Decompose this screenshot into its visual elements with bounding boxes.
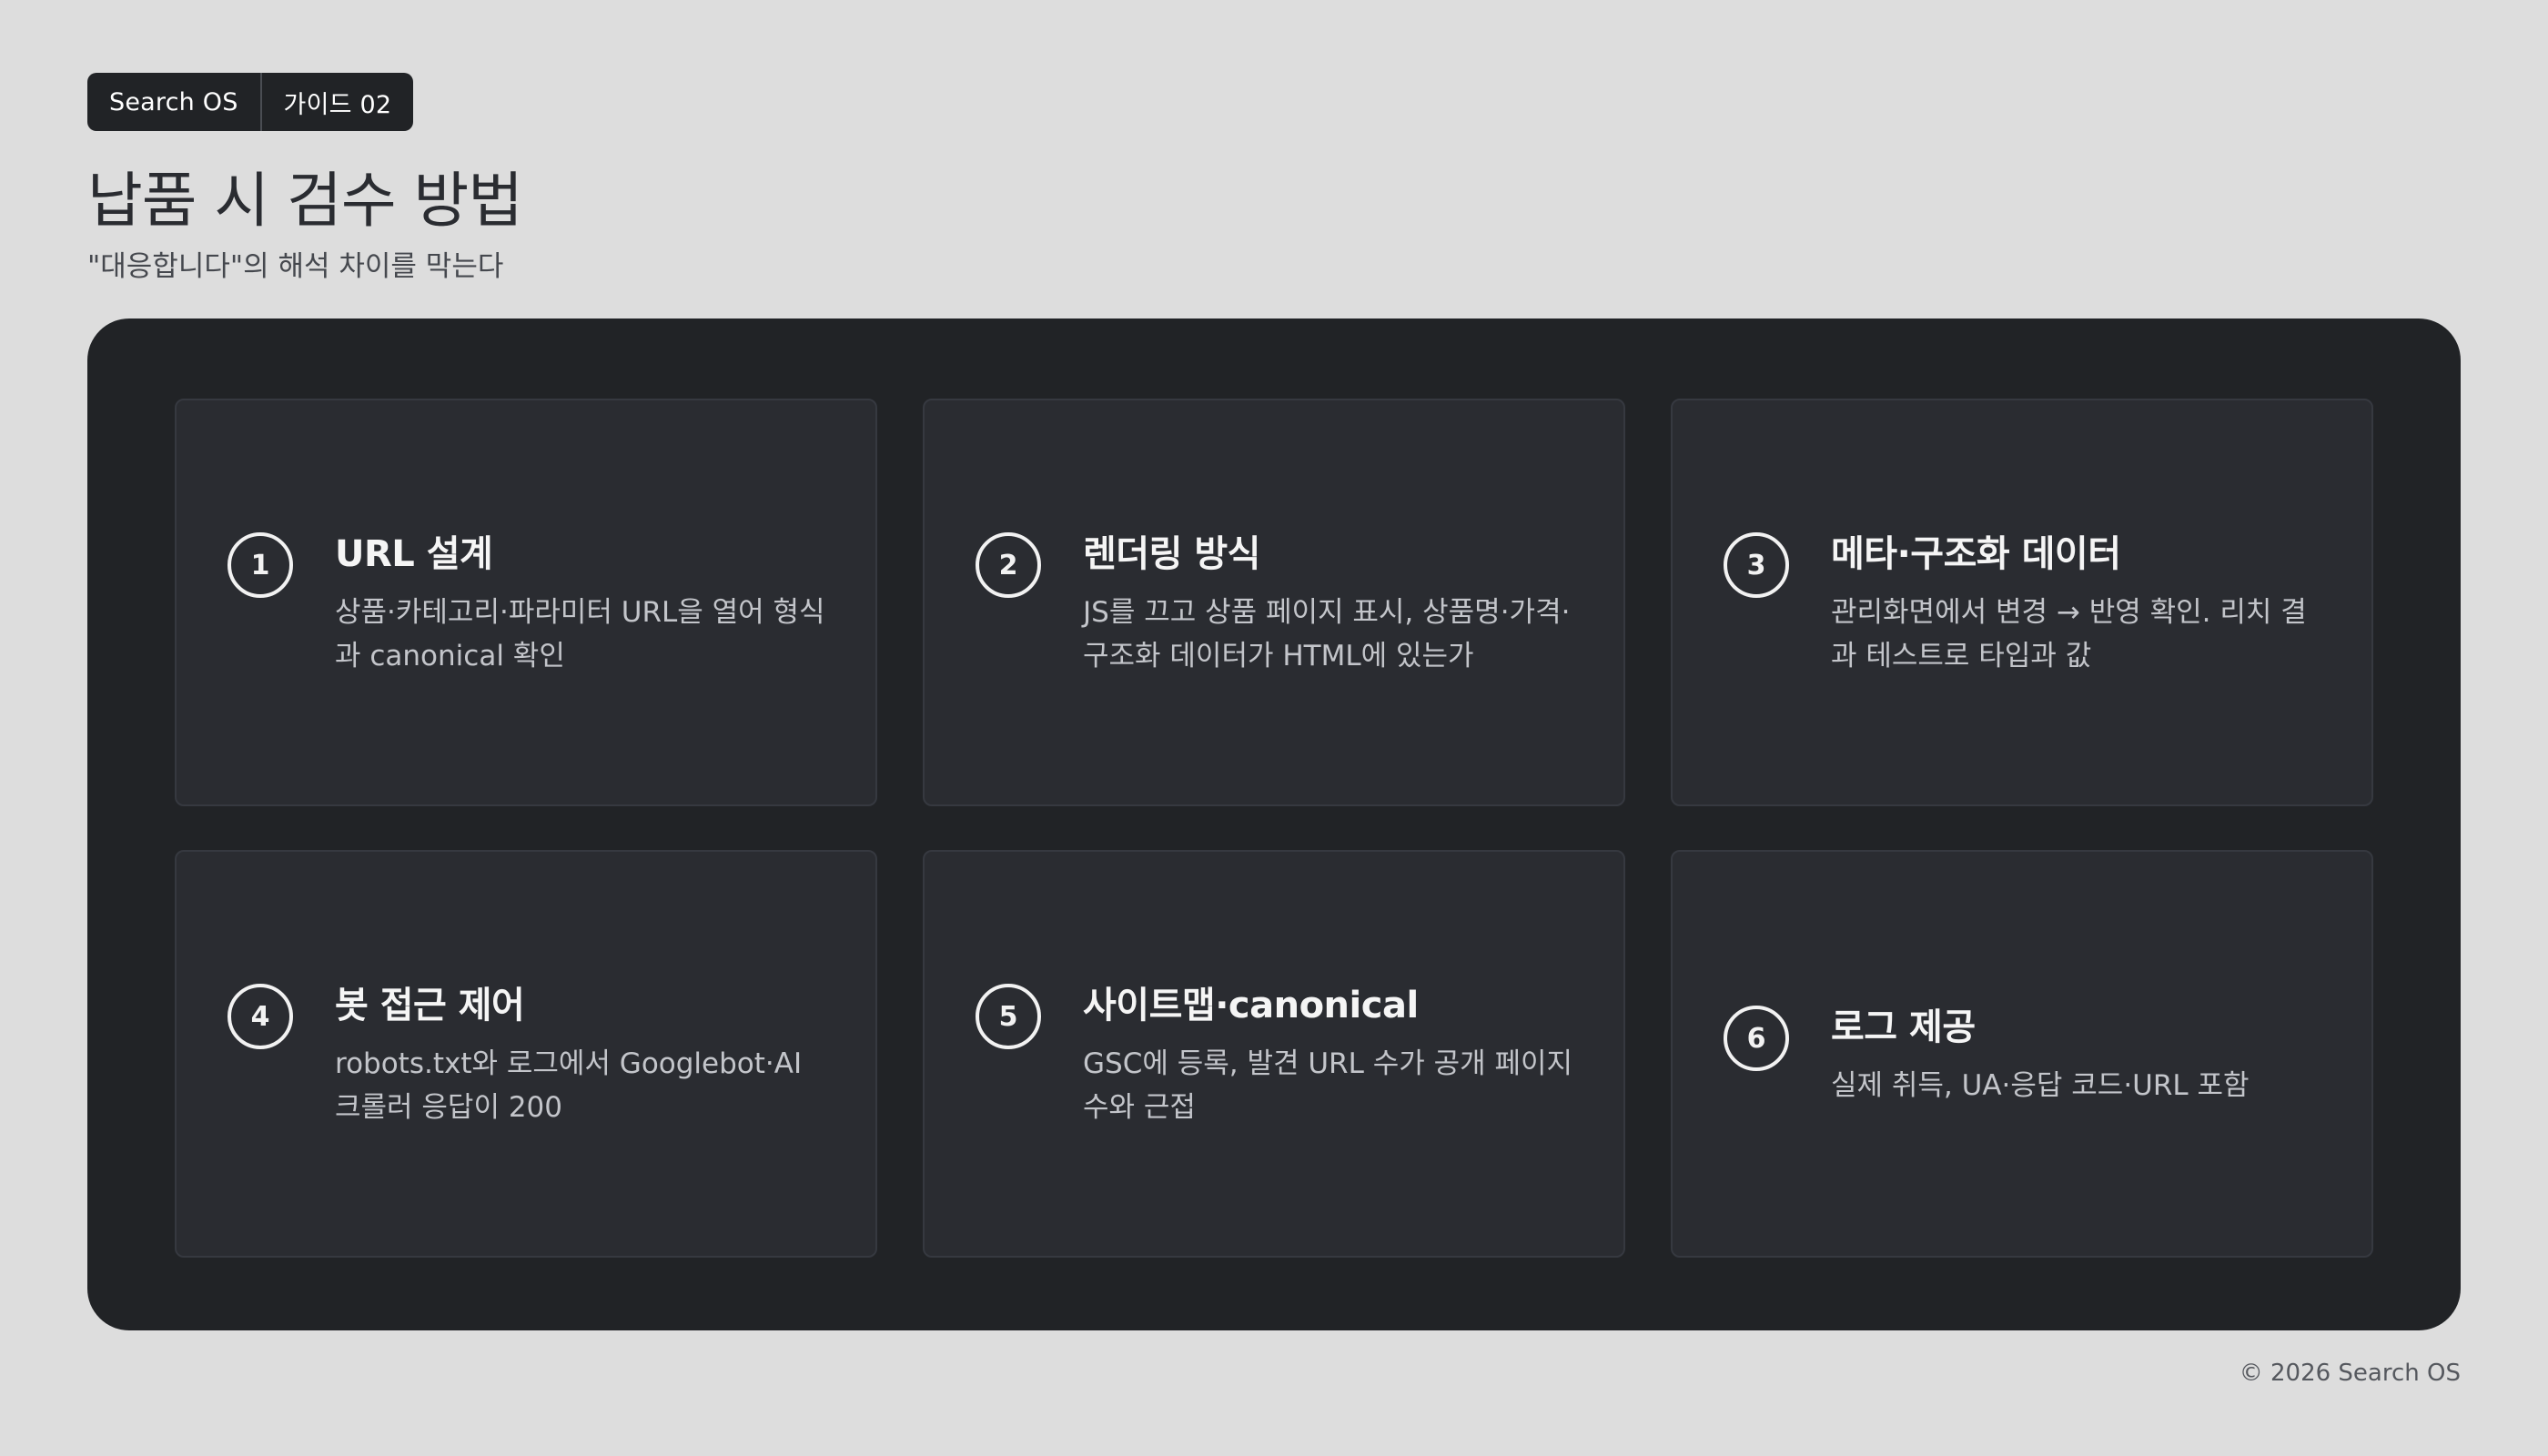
card-title: 사이트맵·canonical	[1083, 985, 1419, 1026]
badge-guide-number: 가이드 02	[283, 90, 392, 119]
card-description: 실제 취득, UA·응답 코드·URL 포함	[1831, 1069, 2250, 1102]
check-card-meta-structured-data: 3 메타·구조화 데이터 관리화면에서 변경 → 반영 확인. 리치 결과 테스…	[1671, 399, 2373, 806]
card-title: URL 설계	[335, 533, 493, 575]
card-title: 메타·구조화 데이터	[1831, 533, 2121, 575]
check-card-url-design: 1 URL 설계 상품·카테고리·파라미터 URL을 열어 형식과 canoni…	[175, 399, 877, 806]
badge-brand: Search OS	[109, 87, 238, 116]
check-card-bot-access: 4 봇 접근 제어 robots.txt와 로그에서 Googlebot·AI …	[175, 850, 877, 1258]
checklist-grid: 1 URL 설계 상품·카테고리·파라미터 URL을 열어 형식과 canoni…	[175, 399, 2373, 1258]
step-number-badge: 1	[228, 532, 293, 598]
step-number-badge: 6	[1724, 1006, 1789, 1071]
checklist-panel: 1 URL 설계 상품·카테고리·파라미터 URL을 열어 형식과 canoni…	[87, 318, 2461, 1330]
step-number-badge: 4	[228, 984, 293, 1049]
card-description: 관리화면에서 변경 → 반영 확인. 리치 결과 테스트로 타입과 값	[1831, 596, 2307, 672]
page-subtitle: "대응합니다"의 해석 차이를 막는다	[87, 250, 504, 283]
step-number-badge: 5	[976, 984, 1041, 1049]
card-description: GSC에 등록, 발견 URL 수가 공개 페이지 수와 근접	[1083, 1047, 1573, 1124]
card-description: JS를 끄고 상품 페이지 표시, 상품명·가격·구조화 데이터가 HTML에 …	[1083, 596, 1571, 672]
step-number-badge: 2	[976, 532, 1041, 598]
check-card-rendering: 2 렌더링 방식 JS를 끄고 상품 페이지 표시, 상품명·가격·구조화 데이…	[923, 399, 1625, 806]
card-title: 봇 접근 제어	[335, 985, 525, 1026]
card-description: 상품·카테고리·파라미터 URL을 열어 형식과 canonical 확인	[335, 596, 825, 672]
page-title: 납품 시 검수 방법	[87, 166, 523, 236]
slide: Search OS 가이드 02 납품 시 검수 방법 "대응합니다"의 해석 …	[0, 0, 2548, 1456]
step-number-badge: 3	[1724, 532, 1789, 598]
check-card-log-provision: 6 로그 제공 실제 취득, UA·응답 코드·URL 포함	[1671, 850, 2373, 1258]
copyright-footer: © 2026 Search OS	[2239, 1360, 2461, 1387]
card-title: 로그 제공	[1831, 1006, 1976, 1048]
card-description: robots.txt와 로그에서 Googlebot·AI 크롤러 응답이 20…	[335, 1047, 803, 1124]
check-card-sitemap-canonical: 5 사이트맵·canonical GSC에 등록, 발견 URL 수가 공개 페…	[923, 850, 1625, 1258]
guide-badge: Search OS 가이드 02	[87, 73, 414, 131]
card-title: 렌더링 방식	[1083, 533, 1260, 575]
